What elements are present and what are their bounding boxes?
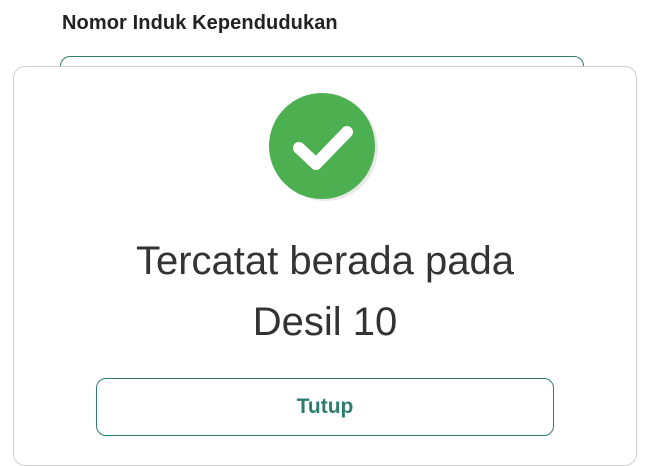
check-circle-icon bbox=[268, 93, 378, 203]
result-message-line1: Tercatat berada pada bbox=[135, 239, 515, 283]
close-button[interactable]: Tutup bbox=[96, 378, 554, 436]
result-message-line2: Desil 10 bbox=[252, 300, 398, 344]
close-button-label: Tutup bbox=[296, 395, 354, 418]
nik-label: Nomor Induk Kependudukan bbox=[62, 12, 338, 34]
